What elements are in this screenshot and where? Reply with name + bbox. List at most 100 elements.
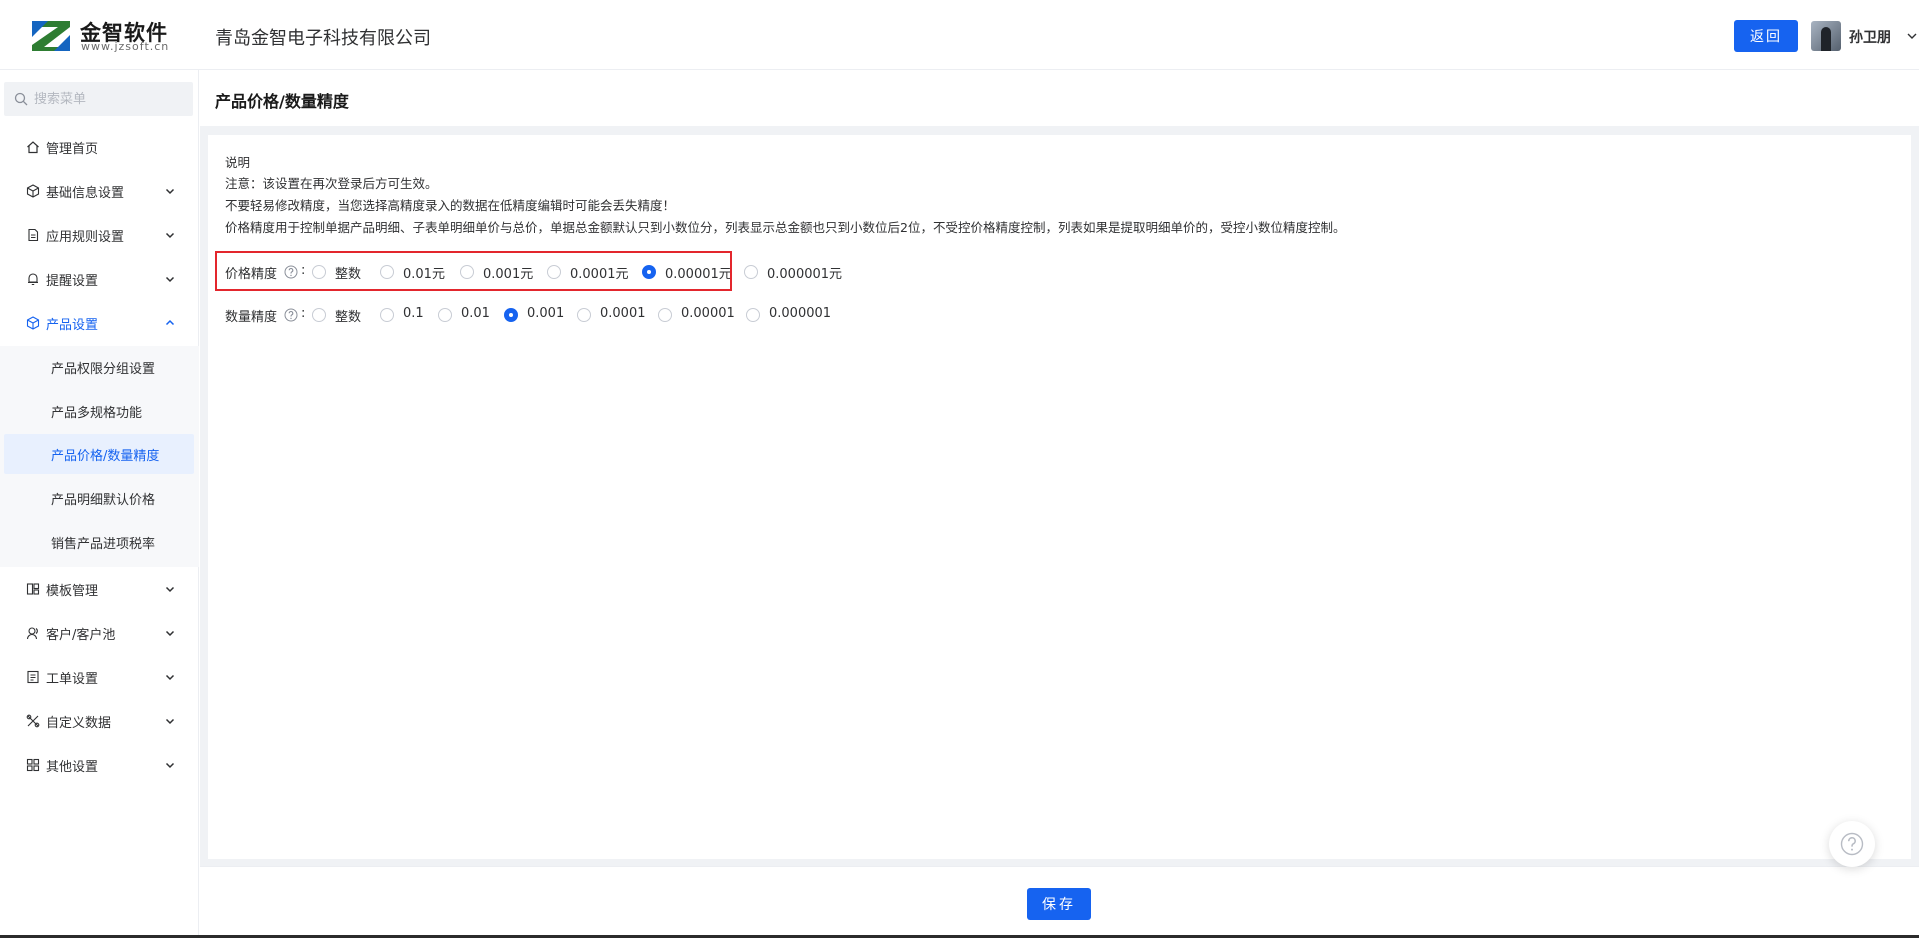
ticket-icon (27, 670, 39, 684)
sidebar-item-label: 其他设置 (46, 760, 99, 775)
template-icon (26, 583, 40, 595)
radio-label: 整数 (335, 267, 362, 282)
sidebar-subitem-default-price[interactable]: 产品明细默认价格 (4, 478, 194, 518)
quantity-precision-colon: : (301, 306, 306, 321)
sidebar-item-customer[interactable]: 客户/客户池 (0, 611, 199, 655)
sidebar-item-rules[interactable]: 应用规则设置 (0, 213, 199, 257)
sidebar-item-reminder[interactable]: 提醒设置 (0, 257, 199, 301)
user-name: 孙卫朋 (1849, 30, 1891, 46)
settings-card (208, 135, 1911, 859)
radio-circle[interactable] (460, 265, 474, 279)
radio-circle[interactable] (658, 308, 672, 322)
tools-icon (26, 714, 40, 728)
top-header: 金智软件 www.jzsoft.cn 青岛金智电子科技有限公司 返回 孙卫朋 (0, 0, 1919, 70)
radio-label: 0.01 (461, 306, 490, 321)
sidebar-item-label: 应用规则设置 (46, 230, 125, 245)
chevron-down-icon (165, 188, 175, 195)
back-button[interactable]: 返回 (1734, 20, 1798, 52)
sidebar-subitem-permission-group[interactable]: 产品权限分组设置 (4, 347, 194, 387)
avatar[interactable] (1811, 21, 1841, 51)
radio-circle[interactable] (312, 265, 326, 279)
chevron-down-icon (165, 762, 175, 769)
sidebar-subitem-label: 产品权限分组设置 (51, 362, 156, 377)
question-circle-icon[interactable] (284, 265, 298, 279)
sidebar-item-label: 提醒设置 (46, 274, 99, 289)
radio-label: 0.01元 (403, 267, 445, 282)
radio-label: 0.0001元 (570, 267, 629, 282)
sidebar-item-label: 模板管理 (46, 584, 99, 599)
search-input[interactable] (34, 82, 184, 116)
search-icon (14, 92, 28, 106)
chevron-down-icon[interactable] (1906, 30, 1918, 42)
description-title: 说明 (225, 155, 251, 170)
sidebar-subitem-label: 产品多规格功能 (51, 406, 143, 421)
radio-circle[interactable] (380, 308, 394, 322)
sidebar-subitem-tax-rate[interactable]: 销售产品进项税率 (4, 522, 194, 562)
radio-circle[interactable] (380, 265, 394, 279)
radio-circle[interactable] (744, 265, 758, 279)
radio-circle[interactable] (312, 308, 326, 322)
sidebar-item-custom-data[interactable]: 自定义数据 (0, 699, 199, 743)
sidebar-item-label: 自定义数据 (46, 716, 112, 731)
description-line: 价格精度用于控制单据产品明细、子表单明细单价与总价，单据总金额默认只到小数位分，… (225, 220, 1346, 235)
sidebar-item-home[interactable]: 管理首页 (0, 125, 199, 169)
radio-circle-checked[interactable] (504, 308, 518, 322)
price-precision-row: 价格精度 : 整数 0.01元 0.001元 0.0001元 0.00001元 … (225, 260, 865, 284)
product-icon (26, 316, 40, 330)
quantity-precision-label: 数量精度 (225, 310, 278, 325)
question-circle-icon[interactable] (284, 308, 298, 322)
sidebar-item-label: 客户/客户池 (46, 628, 116, 643)
page-title-bar: 产品价格/数量精度 (200, 70, 1919, 126)
chevron-down-icon (165, 232, 175, 239)
quantity-precision-row: 数量精度 : 整数 0.1 0.01 0.001 0.0001 0.00001 … (225, 303, 865, 327)
footer-bar: 保存 (200, 866, 1919, 938)
sidebar-subitem-label: 产品明细默认价格 (51, 493, 156, 508)
radio-label: 0.00001元 (665, 267, 732, 282)
question-circle-icon (1840, 832, 1864, 856)
chevron-down-icon (165, 630, 175, 637)
radio-label: 0.001 (527, 306, 565, 321)
customer-icon (26, 627, 38, 640)
save-button[interactable]: 保存 (1027, 888, 1091, 920)
sidebar-item-label: 基础信息设置 (46, 186, 125, 201)
search-box[interactable] (4, 82, 193, 116)
chevron-down-icon (165, 718, 175, 725)
sidebar-item-label: 产品设置 (46, 318, 99, 333)
sidebar-item-basic-info[interactable]: 基础信息设置 (0, 169, 199, 213)
radio-circle[interactable] (577, 308, 591, 322)
chevron-down-icon (165, 674, 175, 681)
radio-circle-checked[interactable] (642, 265, 656, 279)
page-title: 产品价格/数量精度 (215, 92, 349, 111)
radio-label: 0.1 (403, 306, 424, 321)
radio-label: 0.00001 (681, 306, 735, 321)
company-name: 青岛金智电子科技有限公司 (215, 28, 431, 49)
logo-url: www.jzsoft.cn (81, 40, 170, 53)
chevron-down-icon (165, 276, 175, 283)
logo[interactable]: 金智软件 www.jzsoft.cn (30, 17, 200, 55)
description-line: 不要轻易修改精度，当您选择高精度录入的数据在低精度编辑时可能会丢失精度！ (225, 198, 676, 213)
sidebar-subitem-label: 销售产品进项税率 (51, 537, 156, 552)
chevron-down-icon (165, 586, 175, 593)
sidebar-item-product[interactable]: 产品设置 (0, 301, 199, 345)
document-icon (28, 228, 39, 242)
sidebar: 管理首页 基础信息设置 应用规则设置 提醒设置 产品设置 (0, 70, 199, 938)
sidebar-item-label: 工单设置 (46, 672, 99, 687)
cube-icon (26, 184, 40, 198)
radio-label: 0.0001 (600, 306, 646, 321)
radio-label: 0.000001 (769, 306, 832, 321)
sidebar-subitem-precision[interactable]: 产品价格/数量精度 (4, 434, 194, 474)
radio-label: 0.000001元 (767, 267, 843, 282)
sidebar-subitem-multi-spec[interactable]: 产品多规格功能 (4, 391, 194, 431)
sidebar-item-ticket[interactable]: 工单设置 (0, 655, 199, 699)
home-icon (27, 141, 39, 154)
price-precision-label: 价格精度 (225, 267, 278, 282)
radio-circle[interactable] (547, 265, 561, 279)
radio-circle[interactable] (438, 308, 452, 322)
sidebar-item-template[interactable]: 模板管理 (0, 567, 199, 611)
radio-circle[interactable] (746, 308, 760, 322)
sidebar-item-other[interactable]: 其他设置 (0, 743, 199, 787)
price-precision-colon: : (301, 263, 306, 278)
description-line: 注意：该设置在再次登录后方可生效。 (225, 176, 438, 191)
grid-icon (26, 758, 40, 772)
floating-help-button[interactable] (1829, 821, 1875, 867)
